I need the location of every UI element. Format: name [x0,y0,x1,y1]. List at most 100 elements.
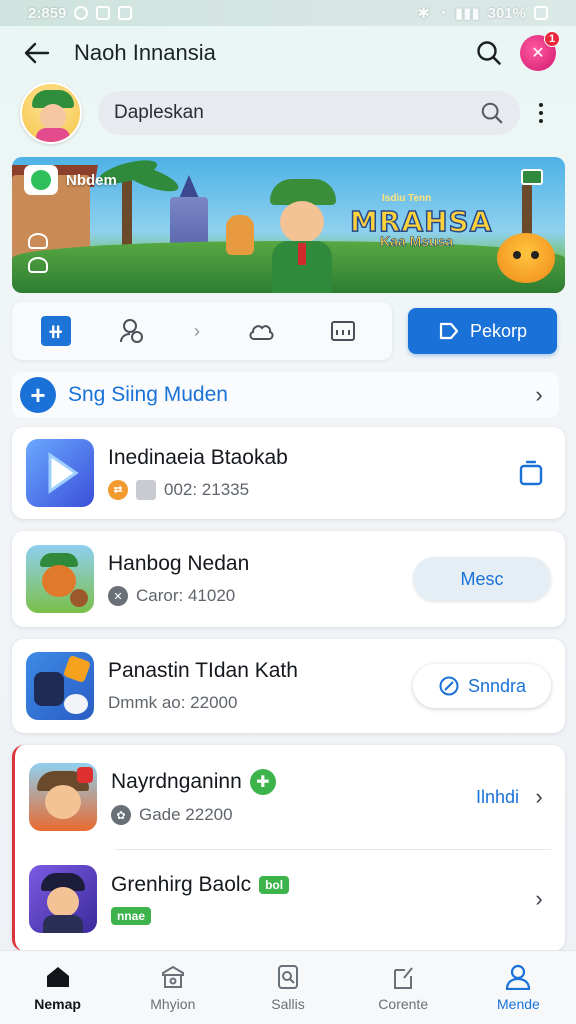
search-field[interactable] [98,91,520,135]
share-button[interactable] [511,453,551,493]
gear-icon: ✿ [111,805,131,825]
status-time: 2:859 [28,4,67,22]
chevron-right-icon[interactable]: › [527,886,551,912]
search-doc-icon [274,964,302,990]
banner-logo: Nbdem [24,165,117,195]
app-icon [26,439,94,507]
app-list-card: Nayrdnganinn ✚ ✿ Gade 22200 Ilnhdi › Gre… [12,745,565,951]
status-right: ✱ ◔ ▮▮▮ 301% [417,4,548,22]
icon-tag [77,767,93,783]
app-meta-text: Caror: 41020 [136,586,236,605]
app-meta: ✿ Gade 22200 [111,805,476,825]
more-menu-button[interactable] [526,91,556,135]
icon-ball [70,589,88,607]
list-item[interactable]: Nayrdnganinn ✚ ✿ Gade 22200 Ilnhdi › [15,745,565,849]
status-left: 2:859 [28,4,133,22]
search-input[interactable] [114,102,480,124]
list-item[interactable]: Grenhirg Baolc bol nnae › [15,849,565,949]
box-button[interactable] [323,311,363,351]
divider [115,849,551,850]
app-card-text: Panastin TIdan Kath Dmmk ao: 22000 [108,659,413,713]
alarm-icon [74,6,89,20]
app-action-label: Snndra [467,675,527,696]
hero-face [280,201,324,243]
chevron-right-icon[interactable]: › [527,784,551,810]
search-icon [477,41,501,65]
cat-character-illustration [226,215,254,255]
verified-icon: ✚ [249,769,276,795]
bottom-navigation: Nemap Mhyion Sallis Corente Mende [0,950,576,1024]
profile-search-row [20,82,556,144]
kebab-dot-icon [539,111,543,115]
icon-body [43,915,83,933]
app-meta: ✕ Caror: 41020 [108,586,413,606]
app-name-text: Hanbog Nedan [108,552,250,575]
avatar-face [40,104,66,130]
chevron-right-icon[interactable]: › [527,382,551,408]
app-action-button[interactable]: Mesc [413,557,551,601]
notification-badge: 1 [544,31,560,47]
app-bar: Naoh Innansia ✕ 1 [0,30,576,76]
avatar-body [36,128,70,142]
arrow-left-icon [24,42,50,64]
cloud-button[interactable] [242,311,282,351]
chat-logo-icon [24,165,58,195]
app-icon [26,545,94,613]
cloud-icon [249,325,274,340]
app-meta-text: 002: 21335 [164,480,250,499]
nav-profile[interactable]: Mende [461,951,576,1024]
nav-search[interactable]: Sallis [230,951,345,1024]
user-add-icon [120,319,144,343]
nav-label: Mhyion [150,995,196,1012]
icon-palette [64,694,88,714]
meta-badge: nnae [111,907,152,925]
banner-side-icons [28,233,48,273]
app-icon [26,652,94,720]
app-name-text: Grenhirg Baolc [111,873,252,896]
nav-store[interactable]: Mhyion [115,951,230,1024]
chevron-right-icon: › [193,320,200,341]
app-card[interactable]: Panastin TIdan Kath Dmmk ao: 22000 Snndr… [12,639,565,733]
icon-face [45,785,81,819]
promo-banner[interactable]: Nbdem Isdiu Tenn MRAHSA Kaa Msusa [12,157,565,293]
primary-action-button[interactable]: Pekorp [408,308,557,354]
calculator-button[interactable]: ⧺ [40,316,71,346]
plus-icon[interactable]: + [20,377,56,413]
nav-content[interactable]: Corente [346,951,461,1024]
search-icon[interactable] [480,101,504,125]
icon-face [47,887,79,917]
app-action-link[interactable]: Ilnhdi [476,787,519,808]
app-meta-text: Dmmk ao: 22000 [108,693,238,712]
icon-robot [34,672,64,706]
nav-label: Corente [378,995,429,1012]
battery-percent: 301% [487,4,526,22]
notification-button[interactable]: ✕ 1 [520,31,560,71]
banner-kicker: Isdiu Tenn [382,193,432,204]
search-button[interactable] [472,36,506,70]
signal-icon: ▮▮▮ [454,5,480,22]
app-meta: Dmmk ao: 22000 [108,693,413,713]
avatar[interactable] [20,82,82,144]
bluetooth-icon: ✱ [417,5,430,22]
store-icon [159,964,187,990]
app-card-text: Nayrdnganinn ✚ ✿ Gade 22200 [111,769,476,825]
app-icon [29,865,97,933]
page-title: Naoh Innansia [74,40,216,65]
app-action-button[interactable]: Snndra [413,664,551,708]
app-card[interactable]: Hanbog Nedan ✕ Caror: 41020 Mesc [12,531,565,627]
person-icon [504,964,532,990]
add-section-row[interactable]: + Sng Siing Muden › [12,372,559,418]
message-icon [118,6,133,20]
app-meta: ⮂ 002: 21335 [108,480,511,500]
contacts-button[interactable] [112,311,152,351]
quick-actions-toolbar: ⧺ › [12,302,392,360]
app-card-text: Inedinaeia Btaokab ⮂ 002: 21335 [108,446,511,500]
nav-home[interactable]: Nemap [0,951,115,1024]
headset-icon [28,233,48,249]
app-card[interactable]: Inedinaeia Btaokab ⮂ 002: 21335 [12,427,565,519]
back-button[interactable] [20,36,54,70]
monster-eye [531,251,539,259]
link-icon [439,676,459,696]
app-name-text: Nayrdnganinn [111,770,242,793]
gallery-icon [96,6,111,20]
